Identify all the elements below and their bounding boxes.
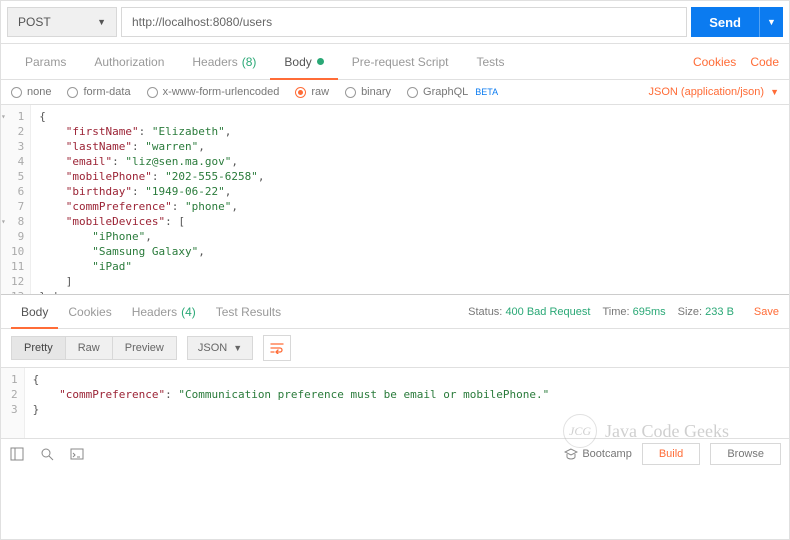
line-gutter: 123 <box>1 368 25 438</box>
tab-headers[interactable]: Headers(8) <box>178 44 270 79</box>
tab-body[interactable]: Body <box>270 44 337 79</box>
body-format-select[interactable]: JSON (application/json)▼ <box>649 86 779 98</box>
radio-icon <box>345 87 356 98</box>
resp-tab-cookies[interactable]: Cookies <box>58 295 121 328</box>
response-format-select[interactable]: JSON▼ <box>187 336 253 360</box>
radio-form-data[interactable]: form-data <box>67 86 130 98</box>
build-button[interactable]: Build <box>642 443 700 465</box>
request-right-links: Cookies Code <box>693 55 779 69</box>
mortarboard-icon <box>564 448 578 460</box>
save-response-link[interactable]: Save <box>754 306 779 318</box>
tab-params[interactable]: Params <box>11 44 80 79</box>
view-preview-button[interactable]: Preview <box>113 336 177 360</box>
response-toolbar: Pretty Raw Preview JSON▼ <box>1 329 789 368</box>
tab-authorization[interactable]: Authorization <box>80 44 178 79</box>
radio-icon <box>11 87 22 98</box>
radio-none[interactable]: none <box>11 86 51 98</box>
code-area[interactable]: { "commPreference": "Communication prefe… <box>25 368 558 438</box>
request-bar: POST ▼ Send ▼ <box>1 1 789 44</box>
http-method-select[interactable]: POST ▼ <box>7 7 117 37</box>
send-dropdown-button[interactable]: ▼ <box>759 7 783 37</box>
http-method-value: POST <box>18 15 51 29</box>
send-button[interactable]: Send <box>691 7 759 37</box>
chevron-down-icon: ▼ <box>97 17 106 27</box>
bootcamp-link[interactable]: Bootcamp <box>564 448 632 460</box>
radio-icon <box>295 87 306 98</box>
wrap-icon <box>270 342 284 354</box>
footer-bar: Bootcamp Build Browse <box>1 438 789 468</box>
footer-right: Bootcamp Build Browse <box>564 443 781 465</box>
sidebar-toggle-icon[interactable] <box>9 446 25 462</box>
resp-tab-body[interactable]: Body <box>11 295 58 328</box>
tab-tests[interactable]: Tests <box>462 44 518 79</box>
resp-tab-headers[interactable]: Headers(4) <box>122 295 206 328</box>
body-modified-dot-icon <box>317 58 324 65</box>
response-tabs: Body Cookies Headers(4) Test Results Sta… <box>1 295 789 329</box>
request-url-input[interactable] <box>121 7 687 37</box>
status-value: 400 Bad Request <box>505 306 590 318</box>
radio-graphql[interactable]: GraphQLBETA <box>407 86 498 98</box>
chevron-down-icon: ▼ <box>767 17 776 27</box>
console-icon[interactable] <box>69 446 85 462</box>
code-area[interactable]: { "firstName": "Elizabeth", "lastName": … <box>31 105 272 294</box>
radio-binary[interactable]: binary <box>345 86 391 98</box>
wrap-lines-button[interactable] <box>263 335 291 361</box>
chevron-down-icon: ▼ <box>233 343 242 353</box>
body-type-bar: none form-data x-www-form-urlencoded raw… <box>1 80 789 105</box>
find-icon[interactable] <box>39 446 55 462</box>
line-gutter: 12345678910111213 <box>1 105 31 294</box>
browse-button[interactable]: Browse <box>710 443 781 465</box>
resp-tab-tests[interactable]: Test Results <box>206 295 291 328</box>
radio-icon <box>407 87 418 98</box>
radio-urlencoded[interactable]: x-www-form-urlencoded <box>147 86 280 98</box>
request-body-editor[interactable]: 12345678910111213 { "firstName": "Elizab… <box>1 105 789 295</box>
resp-headers-count: (4) <box>181 305 196 319</box>
headers-count: (8) <box>242 55 257 69</box>
view-pretty-button[interactable]: Pretty <box>11 336 66 360</box>
code-link[interactable]: Code <box>750 55 779 69</box>
view-raw-button[interactable]: Raw <box>66 336 113 360</box>
chevron-down-icon: ▼ <box>770 87 779 97</box>
view-mode-group: Pretty Raw Preview <box>11 336 177 360</box>
response-meta: Status: 400 Bad Request Time: 695ms Size… <box>468 306 779 318</box>
beta-badge: BETA <box>475 87 498 97</box>
time-value: 695ms <box>633 306 666 318</box>
cookies-link[interactable]: Cookies <box>693 55 736 69</box>
size-value: 233 B <box>705 306 734 318</box>
tab-prerequest[interactable]: Pre-request Script <box>338 44 463 79</box>
radio-icon <box>67 87 78 98</box>
radio-raw[interactable]: raw <box>295 86 329 98</box>
request-tabs: Params Authorization Headers(8) Body Pre… <box>1 44 789 80</box>
send-button-group: Send ▼ <box>691 7 783 37</box>
radio-icon <box>147 87 158 98</box>
response-body-editor[interactable]: 123 { "commPreference": "Communication p… <box>1 368 789 438</box>
